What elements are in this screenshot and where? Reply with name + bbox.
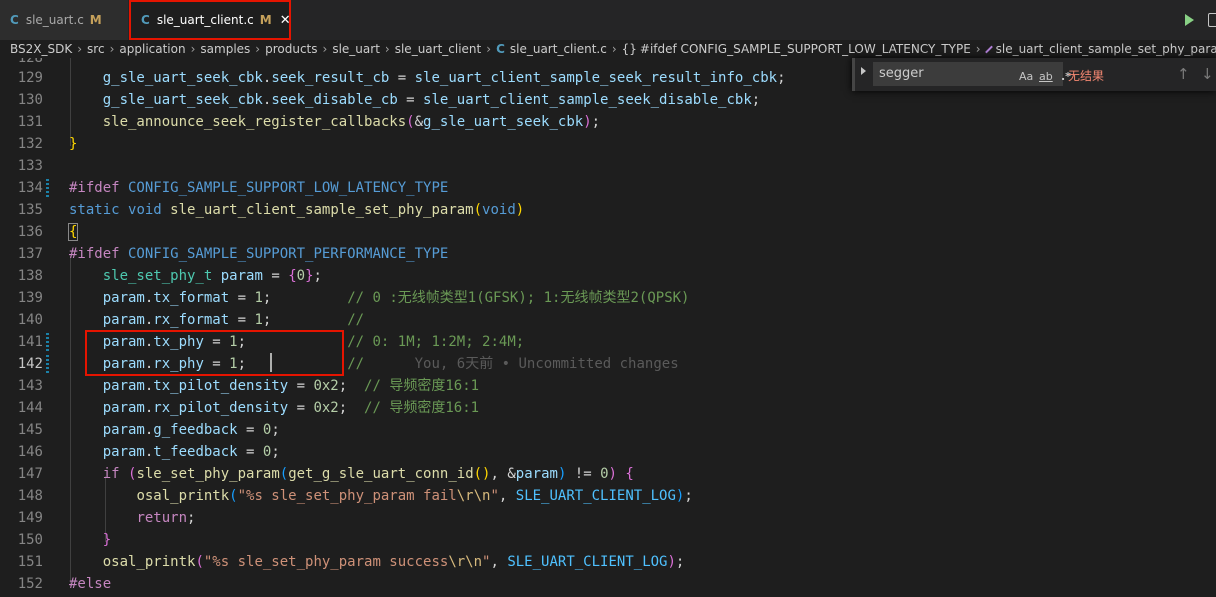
git-blame-annotation: You, 6天前 • Uncommitted changes	[364, 356, 679, 372]
tab-sle-uart-client[interactable]: C sle_uart_client.c M ✕	[129, 0, 291, 40]
find-input-value: segger	[879, 66, 924, 81]
git-modified-indicator[interactable]	[46, 333, 49, 351]
code-editor[interactable]: 128 129 g_sle_uart_seek_cbk.seek_result_…	[0, 58, 1216, 597]
modified-badge: M	[259, 13, 272, 27]
breadcrumb-block[interactable]: #ifdef CONFIG_SAMPLE_SUPPORT_LOW_LATENCY…	[640, 42, 971, 56]
chevron-right-icon: ›	[109, 42, 115, 56]
code-line: 151 osal_printk("%s sle_set_phy_param su…	[17, 554, 685, 570]
find-widget: segger Aa ab .* 无结果 ↑ ↓	[852, 58, 1216, 91]
code-line: 131 sle_announce_seek_register_callbacks…	[17, 114, 601, 130]
c-file-icon: C	[496, 42, 505, 56]
code-line: 136{	[17, 223, 79, 241]
editor-tab-bar: C sle_uart.c M C sle_uart_client.c M ✕	[0, 0, 1216, 40]
code-line: 141 param.tx_phy = 1; // 0: 1M; 1:2M; 2:…	[17, 333, 525, 351]
chevron-right-icon: ›	[611, 42, 617, 56]
breadcrumb-item[interactable]: src	[87, 42, 105, 56]
close-icon[interactable]: ✕	[280, 13, 291, 28]
code-line: 150 }	[17, 532, 112, 548]
editor-actions	[1185, 0, 1216, 40]
match-case-icon[interactable]: Aa	[1019, 70, 1033, 83]
code-line: 148 osal_printk("%s sle_set_phy_param fa…	[17, 488, 693, 504]
tab-label: sle_uart_client.c	[156, 13, 254, 27]
whole-word-icon[interactable]: ab	[1039, 70, 1053, 83]
git-modified-indicator[interactable]	[46, 355, 49, 373]
arrow-up-icon[interactable]: ↑	[1177, 65, 1190, 83]
chevron-right-icon: ›	[255, 42, 261, 56]
breadcrumb-file[interactable]: sle_uart_client.c	[510, 42, 607, 56]
code-line: 147 if (sle_set_phy_param(get_g_sle_uart…	[17, 466, 634, 482]
breadcrumb-item[interactable]: BS2X_SDK	[10, 42, 72, 56]
code-line: 130 g_sle_uart_seek_cbk.seek_disable_cb …	[17, 92, 761, 108]
breadcrumb-item[interactable]: sle_uart	[332, 42, 380, 56]
breadcrumb-item[interactable]: sle_uart_client	[395, 42, 482, 56]
breadcrumb-item[interactable]: application	[119, 42, 185, 56]
breadcrumb-item[interactable]: products	[265, 42, 317, 56]
breadcrumb-item[interactable]: samples	[200, 42, 250, 56]
symbol-method-icon	[984, 45, 993, 53]
code-line: 137 #ifdef CONFIG_SAMPLE_SUPPORT_PERFORMA…	[17, 246, 449, 262]
code-line: 144 param.rx_pilot_density = 0x2; // 导频密…	[17, 400, 480, 416]
text-cursor	[270, 353, 272, 372]
breadcrumb-symbol[interactable]: sle_uart_client_sample_set_phy_param	[996, 42, 1216, 56]
split-editor-icon[interactable]	[1208, 13, 1216, 27]
chevron-right-icon[interactable]	[861, 67, 870, 75]
chevron-right-icon: ›	[384, 42, 390, 56]
c-file-icon: C	[141, 13, 150, 27]
chevron-right-icon: ›	[322, 42, 328, 56]
code-line: 146 param.t_feedback = 0;	[17, 444, 280, 460]
code-line: 143 param.tx_pilot_density = 0x2; // 导频密…	[17, 378, 480, 394]
code-line-current: 142 param.rx_phy = 1; // You, 6天前 • Unco…	[17, 355, 679, 373]
code-line: 152 #else	[17, 576, 112, 592]
git-modified-indicator[interactable]	[46, 179, 49, 197]
tab-sle-uart[interactable]: C sle_uart.c M	[0, 0, 128, 40]
code-line: 135 static void sle_uart_client_sample_se…	[17, 202, 525, 218]
code-line: 133	[17, 158, 43, 174]
c-file-icon: C	[10, 13, 19, 27]
chevron-right-icon: ›	[190, 42, 196, 56]
breadcrumb: BS2X_SDK › src › application › samples › pro…	[0, 40, 1216, 58]
code-line: 145 param.g_feedback = 0;	[17, 422, 280, 438]
find-result-status: 无结果	[1068, 69, 1105, 83]
code-line: 132}	[17, 136, 78, 152]
arrow-down-icon[interactable]: ↓	[1201, 65, 1214, 83]
tab-label: sle_uart.c	[25, 13, 84, 27]
find-input[interactable]: segger Aa ab .*	[873, 62, 1071, 86]
code-line: 138 sle_set_phy_t param = {0};	[17, 268, 322, 284]
code-line: 149 return;	[17, 510, 196, 526]
code-line: 140 param.rx_format = 1; //	[17, 312, 365, 328]
chevron-right-icon: ›	[975, 42, 981, 56]
braces-icon: {}	[621, 42, 637, 56]
run-icon[interactable]	[1185, 14, 1194, 26]
chevron-right-icon: ›	[77, 42, 83, 56]
chevron-right-icon: ›	[486, 42, 492, 56]
modified-badge: M	[89, 13, 102, 27]
code-line: 139 param.tx_format = 1; // 0 :无线帧类型1(GF…	[17, 290, 690, 306]
code-line: 134 #ifdef CONFIG_SAMPLE_SUPPORT_LOW_LATE…	[17, 179, 449, 197]
